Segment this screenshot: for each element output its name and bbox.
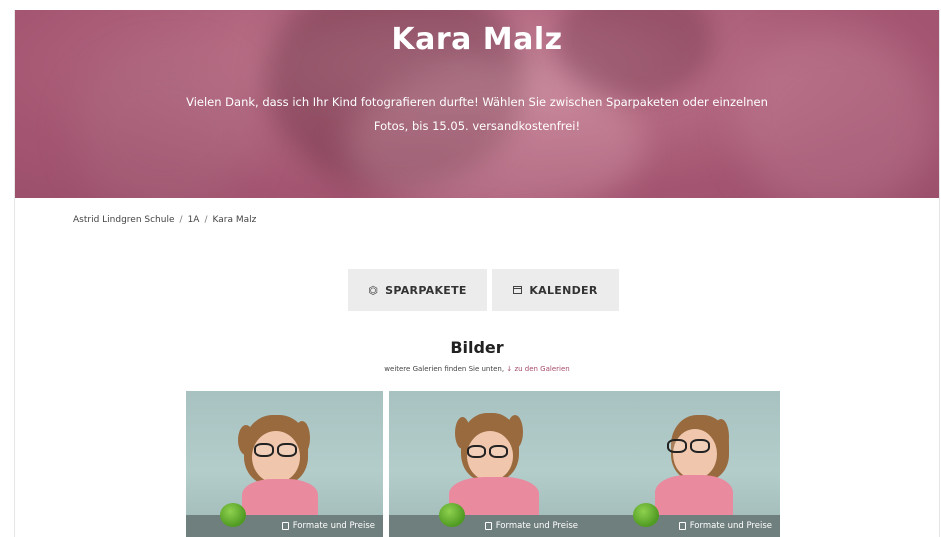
kalender-button[interactable]: KALENDER bbox=[492, 269, 619, 311]
gallery-link-text: zu den Galerien bbox=[514, 365, 570, 373]
bag-icon bbox=[281, 522, 289, 530]
page-title: Kara Malz bbox=[391, 22, 563, 57]
breadcrumb-separator: / bbox=[204, 215, 208, 225]
photo-detail bbox=[489, 445, 508, 458]
tile-caption[interactable]: Formate und Preise bbox=[484, 521, 578, 531]
calendar-icon bbox=[513, 286, 523, 294]
photo-detail bbox=[655, 475, 733, 519]
action-buttons: ⏣ SPARPAKETE KALENDER bbox=[348, 269, 620, 311]
photo-detail bbox=[254, 443, 274, 457]
photo-detail bbox=[467, 445, 486, 458]
tile-caption-text: Formate und Preise bbox=[495, 521, 578, 531]
section-title: Bilder bbox=[450, 338, 504, 357]
tile-caption-text: Formate und Preise bbox=[292, 521, 375, 531]
tile-caption[interactable]: Formate und Preise bbox=[678, 521, 772, 531]
breadcrumb-separator: / bbox=[179, 215, 183, 225]
tile-caption-text: Formate und Preise bbox=[689, 521, 772, 531]
section-subtitle-text: weitere Galerien finden Sie unten, bbox=[384, 365, 505, 373]
gallery-tile[interactable]: Formate und Preise bbox=[583, 391, 780, 537]
bag-icon bbox=[678, 522, 686, 530]
image-gallery: Formate und Preise Formate und Preise Fo… bbox=[186, 391, 780, 537]
photo-detail bbox=[667, 439, 687, 453]
breadcrumb-item-school[interactable]: Astrid Lindgren Schule bbox=[73, 215, 175, 225]
sparpakete-button[interactable]: ⏣ SPARPAKETE bbox=[348, 269, 487, 311]
breadcrumb: Astrid Lindgren Schule / 1A / Kara Malz bbox=[73, 215, 256, 225]
page-frame: Kara Malz Vielen Dank, dass ich Ihr Kind… bbox=[14, 10, 940, 537]
apple-icon bbox=[439, 503, 465, 527]
gallery-link[interactable]: ↓ zu den Galerien bbox=[506, 365, 569, 373]
photo-detail bbox=[242, 479, 318, 519]
kalender-label: KALENDER bbox=[529, 283, 598, 297]
gallery-tile[interactable]: Formate und Preise bbox=[389, 391, 586, 537]
apple-icon bbox=[633, 503, 659, 527]
package-icon: ⏣ bbox=[368, 283, 379, 297]
breadcrumb-item-current: Kara Malz bbox=[212, 215, 257, 225]
photo-detail bbox=[252, 431, 300, 483]
breadcrumb-item-class[interactable]: 1A bbox=[188, 215, 200, 225]
gallery-tile[interactable]: Formate und Preise bbox=[186, 391, 383, 537]
hero-message: Vielen Dank, dass ich Ihr Kind fotografi… bbox=[186, 95, 768, 133]
tile-caption[interactable]: Formate und Preise bbox=[281, 521, 375, 531]
photo-detail bbox=[690, 439, 710, 453]
hero-banner: Kara Malz Vielen Dank, dass ich Ihr Kind… bbox=[15, 10, 939, 198]
apple-icon bbox=[220, 503, 246, 527]
sparpakete-label: SPARPAKETE bbox=[385, 283, 467, 297]
bag-icon bbox=[484, 522, 492, 530]
arrow-down-icon: ↓ bbox=[506, 365, 513, 373]
photo-detail bbox=[277, 443, 297, 457]
section-subtitle: weitere Galerien finden Sie unten, ↓ zu … bbox=[15, 365, 939, 373]
photo-detail bbox=[673, 429, 717, 479]
